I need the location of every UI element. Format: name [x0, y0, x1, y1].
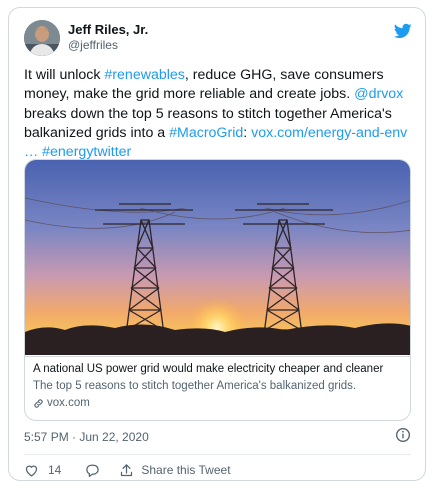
reply-icon — [86, 464, 100, 477]
share-icon — [121, 463, 133, 476]
card-domain-label: vox.com — [47, 397, 90, 409]
tweet-text-line: balkanized grids into a #MacroGrid: vox.… — [24, 124, 414, 143]
tweet-text: It will unlock #renewables, reduce GHG, … — [24, 66, 414, 162]
tweet-text-line: breaks down the top 5 reasons to stitch … — [24, 105, 414, 124]
heart-icon — [25, 465, 38, 477]
twitter-bird-icon[interactable] — [393, 22, 413, 40]
tweet-link[interactable]: #energytwitter — [42, 144, 131, 160]
tweet-text-line: money, make the grid more reliable and c… — [24, 85, 414, 104]
author-name[interactable]: Jeff Riles, Jr. — [68, 22, 148, 37]
power-lines-sunset-image[interactable] — [25, 160, 411, 355]
card-description: The top 5 reasons to stitch together Ame… — [33, 380, 357, 392]
tweet-text-segment: balkanized grids into a — [24, 124, 170, 141]
tweet-card[interactable]: Jeff Riles, Jr. @jeffriles It will unloc… — [8, 7, 426, 481]
tweet-text-line: It will unlock #renewables, reduce GHG, … — [24, 66, 414, 85]
tweet-text-segment: : — [243, 124, 252, 141]
like-count: 14 — [48, 463, 62, 477]
like-button[interactable]: 14 — [24, 463, 61, 478]
author-handle[interactable]: @jeffriles — [68, 38, 118, 52]
tweet-text-segment: breaks down the top 5 reasons to stitch … — [24, 105, 392, 122]
tweet-link[interactable]: #renewables — [104, 67, 184, 83]
card-title[interactable]: A national US power grid would make elec… — [33, 363, 383, 375]
avatar[interactable] — [24, 20, 60, 56]
share-button[interactable]: Share this Tweet — [119, 463, 231, 478]
tweet-link[interactable]: … — [24, 144, 42, 160]
card-info[interactable]: A national US power grid would make elec… — [25, 356, 410, 420]
reply-button[interactable] — [85, 463, 100, 478]
tweet-link[interactable]: vox.com/energy-and-env — [251, 125, 407, 141]
timestamp[interactable]: 5:57 PM · Jun 22, 2020 — [24, 430, 149, 444]
link-icon — [34, 398, 43, 408]
tweet-text-segment: , reduce GHG, save consumers — [184, 67, 384, 83]
divider — [24, 454, 411, 455]
info-icon[interactable] — [395, 427, 411, 443]
tweet-text-segment: It will unlock — [24, 67, 105, 83]
link-preview-card[interactable]: A national US power grid would make elec… — [24, 159, 411, 421]
card-domain[interactable]: vox.com — [33, 397, 90, 409]
tweet-text-segment: money, make the grid more reliable and c… — [24, 86, 355, 103]
share-label: Share this Tweet — [141, 463, 231, 477]
tweet-link[interactable]: #MacroGrid — [169, 125, 243, 141]
action-bar: 14 Share this Tweet — [24, 460, 231, 480]
tweet-link[interactable]: @drvox — [354, 86, 403, 102]
